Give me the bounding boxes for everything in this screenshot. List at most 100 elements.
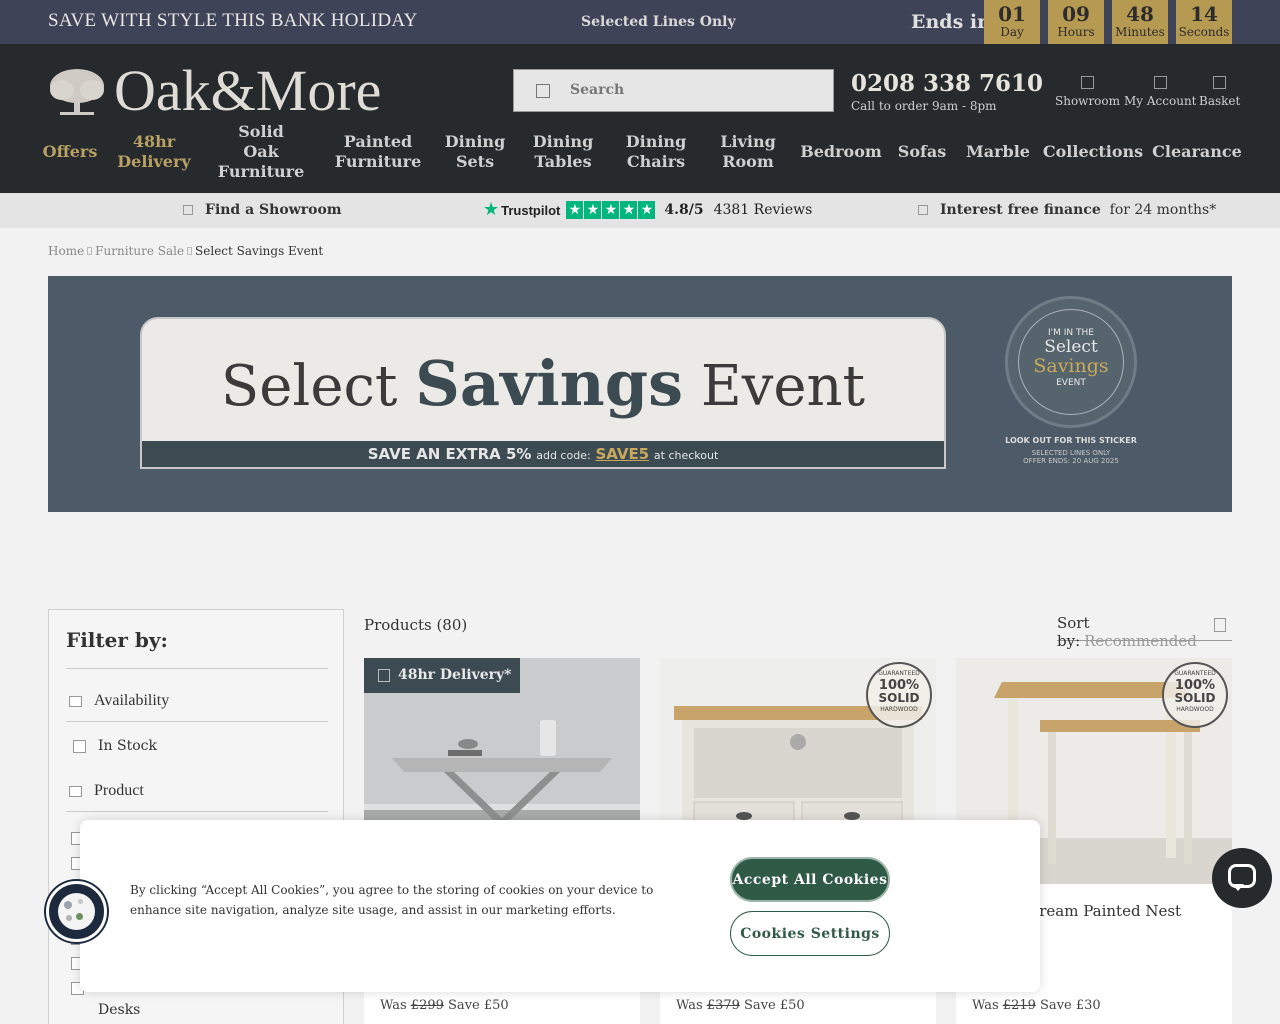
- filter-desks[interactable]: Desks: [73, 1002, 140, 1018]
- hero-banner[interactable]: Select Savings Event SAVE AN EXTRA 5% ad…: [48, 276, 1232, 512]
- nav-marble[interactable]: Marble: [966, 131, 1030, 173]
- cookie-chip: [66, 915, 72, 921]
- countdown-value: 09: [1062, 2, 1090, 26]
- sticker-line-3: Savings: [1033, 355, 1109, 377]
- sticker-caption: LOOK OUT FOR THIS STICKER SELECTED LINES…: [988, 436, 1154, 465]
- my-account-link[interactable]: My Account: [1124, 76, 1197, 108]
- chevron-right-icon: [187, 247, 193, 255]
- desks-label: Desks: [98, 1002, 141, 1018]
- nav-offers[interactable]: Offers: [43, 131, 98, 173]
- countdown-label: Ends in: [911, 11, 991, 33]
- nav-painted-furniture[interactable]: Painted Furniture: [335, 131, 421, 173]
- cookie-chip: [64, 901, 72, 909]
- caption-3: OFFER ENDS: 20 AUG 2025: [1023, 457, 1119, 465]
- search-icon[interactable]: [536, 84, 550, 98]
- cookie-chip: [76, 913, 83, 920]
- checkbox[interactable]: [73, 739, 86, 753]
- filter-product-label: Product: [94, 782, 144, 799]
- oak-tree-icon: [50, 69, 104, 115]
- divider: [66, 811, 328, 812]
- countdown-unit: Minutes: [1115, 25, 1165, 39]
- finance-bold: Interest free finance: [940, 202, 1101, 218]
- find-showroom-label: Find a Showroom: [205, 202, 342, 218]
- find-showroom-link[interactable]: Find a Showroom: [183, 202, 342, 218]
- nav-living-room[interactable]: Living Room: [718, 131, 778, 173]
- location-icon: [1081, 76, 1094, 89]
- breadcrumb: Home Furniture Sale Select Savings Event: [48, 244, 323, 258]
- sticker-line-4: EVENT: [1056, 378, 1086, 388]
- discount-code: SAVE5: [595, 445, 650, 463]
- was-label: Was: [380, 998, 407, 1013]
- caption-1: LOOK OUT FOR THIS STICKER: [1005, 436, 1137, 445]
- was-label: Was: [972, 998, 999, 1013]
- badge-line-3: SOLID: [878, 691, 920, 705]
- cookies-settings-button[interactable]: Cookies Settings: [730, 911, 890, 956]
- nav-48hr-delivery[interactable]: 48hr Delivery: [117, 131, 190, 173]
- countdown-value: 14: [1190, 2, 1218, 26]
- nav-dining-tables[interactable]: Dining Tables: [533, 131, 593, 173]
- truck-icon: [378, 668, 390, 682]
- cookie-chip: [78, 899, 83, 904]
- nav-dining-sets[interactable]: Dining Sets: [445, 131, 505, 173]
- search-input[interactable]: Search: [513, 69, 834, 112]
- showroom-label: Showroom: [1055, 94, 1121, 108]
- chevron-right-icon: [87, 247, 93, 255]
- 48hr-delivery-badge: 48hr Delivery*: [364, 658, 521, 693]
- showroom-link[interactable]: Showroom: [1055, 76, 1120, 108]
- user-icon: [1153, 76, 1167, 89]
- finance-link[interactable]: Interest free finance for 24 months*: [918, 202, 1216, 218]
- countdown-seconds: 14 Seconds: [1176, 0, 1232, 44]
- basket-link[interactable]: Basket: [1199, 76, 1240, 108]
- promo-subline: Selected Lines Only: [581, 14, 736, 30]
- filter-product-toggle[interactable]: Product: [69, 782, 144, 800]
- badge-line-4: HARDWOOD: [880, 706, 918, 713]
- trustpilot-star-icon: ★: [483, 199, 500, 220]
- rating-value: 4.8/5: [664, 202, 704, 218]
- countdown-minutes: 48 Minutes: [1112, 0, 1168, 44]
- phone-hours: Call to order 9am - 8pm: [851, 99, 997, 113]
- trustpilot-rating[interactable]: ★ Trustpilot ★ ★ ★ ★ ★ 4.8/5 4381 Review…: [483, 201, 812, 219]
- phone-number[interactable]: 0208 338 7610: [851, 70, 1043, 97]
- nav-sofas[interactable]: Sofas: [898, 131, 946, 173]
- nav-clearance[interactable]: Clearance: [1152, 131, 1242, 173]
- savings-sticker: I'M IN THE Select Savings EVENT: [1005, 296, 1137, 428]
- nav-solid-oak-furniture[interactable]: Solid Oak Furniture: [218, 122, 304, 181]
- product-was-price: Was £219 Save £30: [972, 998, 1101, 1013]
- filter-availability-toggle[interactable]: Availability: [69, 692, 169, 710]
- was-value: £219: [1002, 998, 1036, 1013]
- main-nav: Offers 48hr Delivery Solid Oak Furniture…: [0, 122, 1280, 181]
- basket-label: Basket: [1199, 94, 1241, 108]
- breadcrumb-furniture-sale[interactable]: Furniture Sale: [95, 244, 184, 258]
- star-icon: ★: [602, 201, 620, 219]
- countdown-unit: Hours: [1057, 25, 1095, 39]
- breadcrumb-home[interactable]: Home: [48, 244, 84, 258]
- badge-line-1: GUARANTEED: [878, 670, 920, 677]
- accept-all-cookies-button[interactable]: Accept All Cookies: [730, 857, 890, 902]
- sort-select[interactable]: Sort by: Recommended: [1057, 614, 1232, 650]
- star-icon: ★: [566, 201, 584, 219]
- save-amount: Save £50: [448, 998, 509, 1013]
- cookie-preferences-button[interactable]: [46, 881, 107, 942]
- finance-rest: for 24 months*: [1109, 202, 1217, 218]
- map-pin-icon: [183, 205, 193, 215]
- logo-text: Oak&More: [114, 58, 382, 123]
- breadcrumb-current: Select Savings Event: [195, 244, 324, 258]
- sticker-line-2: Select: [1044, 337, 1098, 357]
- badge-48-label: 48hr Delivery*: [398, 667, 512, 683]
- promo-headline: SAVE WITH STYLE THIS BANK HOLIDAY: [48, 10, 418, 31]
- finance-icon: [918, 205, 928, 215]
- nav-collections[interactable]: Collections: [1043, 131, 1143, 173]
- countdown-value: 48: [1126, 2, 1154, 26]
- nav-dining-chairs[interactable]: Dining Chairs: [626, 131, 686, 173]
- chat-button[interactable]: [1212, 848, 1272, 908]
- sticker-inner: I'M IN THE Select Savings EVENT: [1018, 309, 1124, 415]
- filter-in-stock[interactable]: In Stock: [73, 738, 157, 754]
- countdown-value: 01: [998, 2, 1026, 26]
- site-logo[interactable]: Oak&More: [48, 58, 382, 123]
- plus-icon: [69, 695, 82, 707]
- countdown-unit: Seconds: [1178, 25, 1230, 39]
- nav-bedroom[interactable]: Bedroom: [800, 131, 882, 173]
- basket-icon: [1213, 76, 1227, 89]
- solid-hardwood-badge: GUARANTEED 100% SOLID HARDWOOD: [1162, 662, 1228, 728]
- save-amount: Save £30: [1040, 998, 1101, 1013]
